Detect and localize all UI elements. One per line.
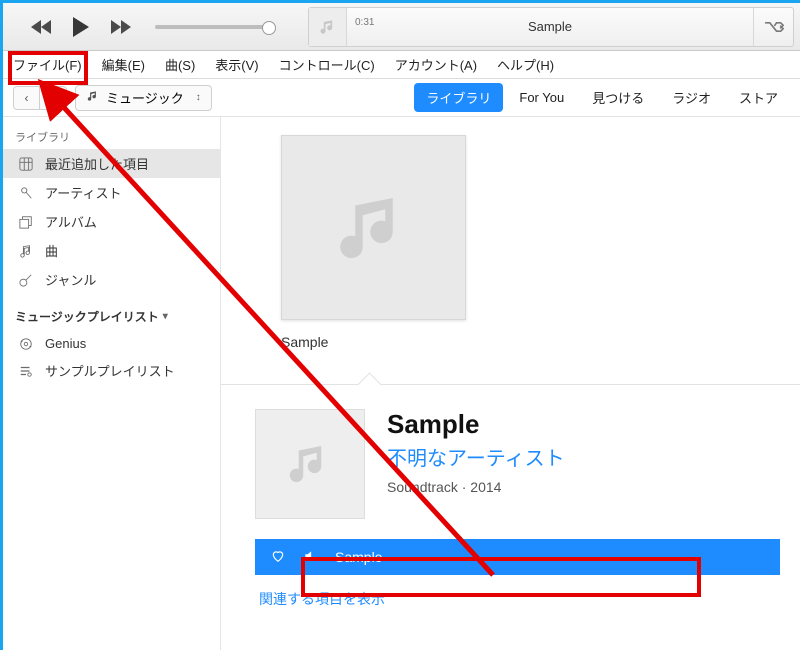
menu-account[interactable]: アカウント(A) bbox=[385, 51, 487, 78]
sidebar-item-genius[interactable]: Genius bbox=[3, 331, 220, 356]
tab-bar: ライブラリ For You 見つける ラジオ ストア bbox=[414, 83, 790, 112]
sidebar-header-library: ライブラリ bbox=[3, 123, 220, 149]
sidebar-header-playlists[interactable]: ミュージックプレイリスト ▾ bbox=[3, 294, 220, 331]
toolbar: ‹ › ミュージック ↕ ライブラリ For You 見つける ラジオ ストア bbox=[3, 79, 800, 117]
sidebar-item-label: Genius bbox=[45, 336, 86, 351]
tab-store[interactable]: ストア bbox=[727, 83, 790, 112]
lcd-display: Sample 0:31 bbox=[308, 7, 794, 47]
album-grid: Sample bbox=[221, 117, 800, 360]
menu-file[interactable]: ファイル(F) bbox=[3, 51, 92, 78]
track-row[interactable]: Sample bbox=[255, 539, 780, 575]
sidebar-item-albums[interactable]: アルバム bbox=[3, 207, 220, 236]
sidebar-item-genres[interactable]: ジャンル bbox=[3, 265, 220, 294]
menu-control[interactable]: コントロール(C) bbox=[269, 51, 385, 78]
lcd-elapsed: 0:31 bbox=[355, 17, 374, 28]
lcd-artwork bbox=[309, 8, 347, 46]
nav-buttons: ‹ › bbox=[13, 86, 67, 110]
tab-for-you[interactable]: For You bbox=[507, 85, 576, 110]
volume-slider[interactable] bbox=[155, 25, 270, 29]
album-caption: Sample bbox=[281, 334, 800, 350]
sidebar-item-recently-added[interactable]: 最近追加した項目 bbox=[3, 149, 220, 178]
sidebar-item-label: 曲 bbox=[45, 241, 58, 260]
content-area: Sample Sample 不明なアーティスト Soundtrack · 201… bbox=[221, 117, 800, 650]
shuffle-button[interactable] bbox=[753, 8, 793, 46]
sidebar-item-label: 最近追加した項目 bbox=[45, 154, 149, 173]
menu-help[interactable]: ヘルプ(H) bbox=[487, 51, 564, 78]
sidebar-item-label: アルバム bbox=[45, 212, 97, 231]
player-bar: Sample 0:31 bbox=[3, 3, 800, 51]
sidebar-item-artists[interactable]: アーティスト bbox=[3, 178, 220, 207]
sidebar: ライブラリ 最近追加した項目 アーティスト アルバム 曲 ジャンル ミュージック… bbox=[3, 117, 221, 650]
mic-icon bbox=[17, 186, 35, 200]
track-name: Sample bbox=[335, 549, 382, 565]
genius-icon bbox=[17, 337, 35, 351]
detail-subtitle: Soundtrack · 2014 bbox=[387, 479, 565, 495]
menu-view[interactable]: 表示(V) bbox=[205, 51, 268, 78]
album-icon bbox=[17, 215, 35, 229]
transport-controls bbox=[3, 16, 290, 38]
menu-bar: ファイル(F) 編集(E) 曲(S) 表示(V) コントロール(C) アカウント… bbox=[3, 51, 800, 79]
chevron-down-icon: ▾ bbox=[163, 311, 168, 322]
detail-meta: Sample 不明なアーティスト Soundtrack · 2014 bbox=[387, 409, 565, 495]
sidebar-item-songs[interactable]: 曲 bbox=[3, 236, 220, 265]
detail-artwork[interactable] bbox=[255, 409, 365, 519]
sidebar-item-sample-playlist[interactable]: サンプルプレイリスト bbox=[3, 356, 220, 385]
media-selector-label: ミュージック bbox=[106, 88, 184, 107]
music-icon bbox=[86, 89, 100, 106]
sidebar-item-label: サンプルプレイリスト bbox=[45, 361, 175, 380]
tab-library[interactable]: ライブラリ bbox=[414, 83, 503, 112]
media-selector[interactable]: ミュージック ↕ bbox=[75, 85, 212, 111]
back-button[interactable]: ‹ bbox=[14, 87, 40, 109]
related-link[interactable]: 関連する項目を表示 bbox=[255, 589, 780, 609]
speaker-icon bbox=[303, 549, 317, 566]
forward-button[interactable]: › bbox=[40, 87, 66, 109]
menu-song[interactable]: 曲(S) bbox=[155, 51, 205, 78]
playlist-icon bbox=[17, 364, 35, 378]
lcd-title: Sample bbox=[528, 19, 572, 34]
love-icon[interactable] bbox=[271, 549, 285, 566]
detail-artist[interactable]: 不明なアーティスト bbox=[387, 442, 565, 471]
track-list: Sample bbox=[255, 539, 780, 575]
album-artwork[interactable] bbox=[281, 135, 466, 320]
tab-radio[interactable]: ラジオ bbox=[660, 83, 723, 112]
detail-title: Sample bbox=[387, 409, 565, 440]
tab-browse[interactable]: 見つける bbox=[580, 83, 656, 112]
sidebar-item-label: アーティスト bbox=[45, 183, 121, 202]
chevron-updown-icon: ↕ bbox=[196, 92, 201, 103]
guitar-icon bbox=[17, 273, 35, 287]
detail-pane: Sample 不明なアーティスト Soundtrack · 2014 Sampl… bbox=[221, 384, 800, 625]
prev-button[interactable] bbox=[31, 19, 53, 35]
note-icon bbox=[17, 244, 35, 258]
grid-icon bbox=[17, 157, 35, 171]
sidebar-item-label: ジャンル bbox=[45, 270, 96, 289]
play-button[interactable] bbox=[71, 16, 91, 38]
next-button[interactable] bbox=[109, 19, 131, 35]
menu-edit[interactable]: 編集(E) bbox=[92, 51, 155, 78]
